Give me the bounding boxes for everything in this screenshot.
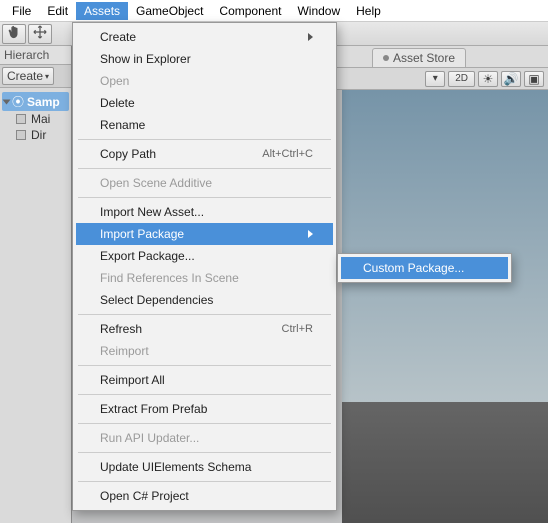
gameobject-icon xyxy=(16,130,26,140)
separator xyxy=(78,197,331,198)
separator xyxy=(78,139,331,140)
menu-rename[interactable]: Rename xyxy=(76,114,333,136)
assets-dropdown: Create Show in Explorer Open Delete Rena… xyxy=(72,22,337,511)
sun-icon: ☀ xyxy=(483,72,494,86)
menu-extract-from-prefab[interactable]: Extract From Prefab xyxy=(76,398,333,420)
menu-open-scene-additive: Open Scene Additive xyxy=(76,172,333,194)
menu-select-dependencies[interactable]: Select Dependencies xyxy=(76,289,333,311)
menu-window[interactable]: Window xyxy=(289,2,348,20)
move-tool-button[interactable] xyxy=(28,24,52,44)
shortcut-label: Ctrl+R xyxy=(282,323,313,335)
hierarchy-tree: ⦿ Samp Mai Dir xyxy=(0,88,71,147)
tab-asset-store[interactable]: Asset Store xyxy=(372,48,466,67)
scene-3d-view[interactable] xyxy=(342,90,548,523)
hierarchy-child-item[interactable]: Mai xyxy=(2,111,69,127)
lighting-toggle[interactable]: ☀ xyxy=(478,71,498,87)
menu-import-new-asset[interactable]: Import New Asset... xyxy=(76,201,333,223)
hierarchy-child-item[interactable]: Dir xyxy=(2,127,69,143)
menu-delete[interactable]: Delete xyxy=(76,92,333,114)
menu-copy-path[interactable]: Copy Path Alt+Ctrl+C xyxy=(76,143,333,165)
triangle-down-icon[interactable] xyxy=(3,99,11,104)
menu-custom-package[interactable]: Custom Package... xyxy=(341,257,508,279)
move-icon xyxy=(33,25,47,42)
gameobject-icon xyxy=(16,114,26,124)
separator xyxy=(78,394,331,395)
scene-sky xyxy=(342,90,548,402)
hierarchy-root-item[interactable]: ⦿ Samp xyxy=(2,92,69,111)
image-icon: ▣ xyxy=(528,72,539,86)
menu-create[interactable]: Create xyxy=(76,26,333,48)
menu-open-csharp[interactable]: Open C# Project xyxy=(76,485,333,507)
menu-assets[interactable]: Assets xyxy=(76,2,128,20)
menu-file[interactable]: File xyxy=(4,2,39,20)
menu-run-api-updater: Run API Updater... xyxy=(76,427,333,449)
hierarchy-create-button[interactable]: Create ▾ xyxy=(2,67,54,85)
separator xyxy=(78,452,331,453)
hand-icon xyxy=(7,25,21,42)
hierarchy-panel: Hierarch Create ▾ ⦿ Samp Mai Dir xyxy=(0,46,72,523)
shortcut-label: Alt+Ctrl+C xyxy=(262,148,313,160)
2d-toggle[interactable]: 2D xyxy=(448,71,475,87)
separator xyxy=(78,365,331,366)
speaker-icon: 🔊 xyxy=(504,72,519,86)
menu-refresh[interactable]: Refresh Ctrl+R xyxy=(76,318,333,340)
chevron-right-icon xyxy=(308,230,313,238)
menu-gameobject[interactable]: GameObject xyxy=(128,2,211,20)
menu-reimport-all[interactable]: Reimport All xyxy=(76,369,333,391)
menu-reimport: Reimport xyxy=(76,340,333,362)
menu-import-package[interactable]: Import Package xyxy=(76,223,333,245)
import-package-submenu: Custom Package... xyxy=(337,253,512,283)
menu-help[interactable]: Help xyxy=(348,2,389,20)
menu-show-in-explorer[interactable]: Show in Explorer xyxy=(76,48,333,70)
menu-export-package[interactable]: Export Package... xyxy=(76,245,333,267)
menu-update-uielements[interactable]: Update UIElements Schema xyxy=(76,456,333,478)
scene-ground xyxy=(342,402,548,523)
hierarchy-title-label: Hierarch xyxy=(4,48,49,62)
separator xyxy=(78,481,331,482)
audio-toggle[interactable]: 🔊 xyxy=(501,71,521,87)
shaded-dropdown[interactable]: ▾ xyxy=(425,71,445,87)
hand-tool-button[interactable] xyxy=(2,24,26,44)
separator xyxy=(78,168,331,169)
effects-toggle[interactable]: ▣ xyxy=(524,71,544,87)
chevron-right-icon xyxy=(308,33,313,41)
separator xyxy=(78,314,331,315)
menubar: File Edit Assets GameObject Component Wi… xyxy=(0,0,548,22)
hierarchy-title: Hierarch xyxy=(0,46,71,65)
menu-find-references: Find References In Scene xyxy=(76,267,333,289)
hierarchy-create-row: Create ▾ xyxy=(0,65,71,88)
menu-open: Open xyxy=(76,70,333,92)
separator xyxy=(78,423,331,424)
scene-icon: ⦿ xyxy=(12,93,24,110)
menu-component[interactable]: Component xyxy=(211,2,289,20)
menu-edit[interactable]: Edit xyxy=(39,2,76,20)
asset-store-icon xyxy=(383,55,389,61)
chevron-down-icon: ▾ xyxy=(45,72,49,81)
